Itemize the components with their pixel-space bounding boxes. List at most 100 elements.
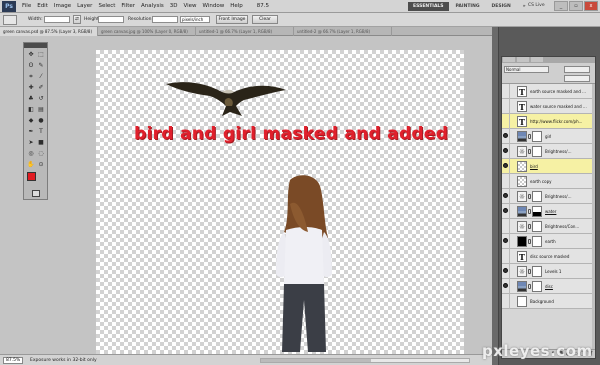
layer-row[interactable]: disc: [502, 279, 595, 294]
layer-row[interactable]: water: [502, 204, 595, 219]
visibility-toggle[interactable]: [502, 84, 510, 99]
visibility-toggle[interactable]: [502, 234, 510, 249]
layer-row[interactable]: Thttp://www.flickr.com/ph...: [502, 114, 595, 129]
gradient-tool-icon[interactable]: ▤: [37, 106, 45, 114]
hand-tool-icon[interactable]: ✋: [27, 161, 35, 169]
dodge-tool-icon[interactable]: ●: [37, 117, 45, 125]
cs-live-button[interactable]: CS Live: [528, 3, 545, 8]
tab-paths[interactable]: [531, 57, 543, 62]
tab-document-1[interactable]: green canvas.psd @ 87.5% (Layer 3, RGB/8…: [0, 27, 98, 36]
quick-mask-button[interactable]: [32, 190, 40, 197]
resolution-unit-select[interactable]: pixels/inch: [180, 16, 210, 23]
history-brush-tool-icon[interactable]: ↺: [37, 95, 45, 103]
front-image-button[interactable]: Front Image: [216, 15, 248, 24]
visibility-toggle[interactable]: [502, 189, 510, 204]
layer-row[interactable]: ☼ Brightness/Con...: [502, 219, 595, 234]
menu-edit[interactable]: Edit: [37, 3, 48, 9]
menu-image[interactable]: Image: [54, 3, 71, 9]
maximize-button[interactable]: ▫: [569, 1, 583, 11]
layer-row[interactable]: Tdisc source masked: [502, 249, 595, 264]
clone-stamp-tool-icon[interactable]: ♣: [27, 95, 35, 103]
collapsed-panels-strip[interactable]: [492, 27, 499, 365]
visibility-toggle[interactable]: [502, 294, 510, 309]
type-tool-icon[interactable]: T: [37, 128, 45, 136]
visibility-toggle[interactable]: [502, 99, 510, 114]
layer-mask-thumbnail[interactable]: [532, 266, 542, 277]
layer-mask-thumbnail[interactable]: [532, 236, 542, 247]
swap-dimensions-button[interactable]: ⇄: [73, 15, 81, 24]
height-field[interactable]: [98, 16, 124, 23]
layer-mask-thumbnail[interactable]: [532, 146, 542, 157]
tab-channels[interactable]: [517, 57, 529, 62]
tab-document-4[interactable]: untitled-2 @ 66.7% (Layer 1, RGB/8): [294, 27, 392, 36]
canvas[interactable]: [96, 50, 464, 354]
workspace-essentials[interactable]: ESSENTIALS: [408, 2, 449, 11]
marquee-tool-icon[interactable]: ⬚: [37, 51, 45, 59]
horizontal-scrollbar[interactable]: [260, 358, 470, 363]
minimize-button[interactable]: _: [554, 1, 568, 11]
3d-rotate-tool-icon[interactable]: ◎: [27, 150, 35, 158]
lasso-tool-icon[interactable]: ʘ: [27, 62, 35, 70]
layer-row[interactable]: earth copy: [502, 174, 595, 189]
layer-row[interactable]: ☼ Levels 1: [502, 264, 595, 279]
layer-mask-thumbnail[interactable]: [532, 221, 542, 232]
visibility-toggle[interactable]: [502, 264, 510, 279]
zoom-field[interactable]: 87.5%: [3, 357, 23, 364]
layer-mask-thumbnail[interactable]: [532, 131, 542, 142]
tool-preset-picker[interactable]: [3, 15, 17, 25]
layer-row[interactable]: Tearth source masked and ...: [502, 84, 595, 99]
workspace-design[interactable]: DESIGN: [487, 2, 516, 11]
width-field[interactable]: [44, 16, 70, 23]
menu-analysis[interactable]: Analysis: [141, 3, 164, 9]
tab-document-2[interactable]: green canvas.jpg @ 100% (Layer 0, RGB/8): [98, 27, 196, 36]
blur-tool-icon[interactable]: ◆: [27, 117, 35, 125]
quick-select-tool-icon[interactable]: ✎: [37, 62, 45, 70]
zoom-tool-icon[interactable]: ⊙: [37, 161, 45, 169]
layers-scrollbar[interactable]: [592, 84, 595, 349]
layer-row[interactable]: girl: [502, 129, 595, 144]
menu-3d[interactable]: 3D: [170, 3, 178, 9]
layer-row[interactable]: bird: [502, 159, 595, 174]
resolution-field[interactable]: [152, 16, 178, 23]
menu-file[interactable]: File: [22, 3, 31, 9]
tools-panel-header[interactable]: [24, 43, 47, 48]
menu-layer[interactable]: Layer: [77, 3, 92, 9]
visibility-toggle[interactable]: [502, 204, 510, 219]
tab-document-3[interactable]: untitled-1 @ 66.7% (Layer 1, RGB/8): [196, 27, 294, 36]
visibility-toggle[interactable]: [502, 159, 510, 174]
crop-tool-icon[interactable]: ⌗: [27, 73, 35, 81]
menu-window[interactable]: Window: [203, 3, 225, 9]
zoom-level-menu[interactable]: 87.5: [257, 3, 269, 9]
clear-button[interactable]: Clear: [252, 15, 278, 24]
scrollbar-thumb[interactable]: [261, 359, 371, 362]
menu-view[interactable]: View: [183, 3, 196, 9]
visibility-toggle[interactable]: [502, 144, 510, 159]
eyedropper-tool-icon[interactable]: ⁄: [37, 73, 45, 81]
tab-layers[interactable]: [503, 57, 515, 62]
shape-tool-icon[interactable]: ■: [37, 139, 45, 147]
move-tool-icon[interactable]: ✥: [27, 51, 35, 59]
layer-row[interactable]: ☼ Brightness/...: [502, 189, 595, 204]
path-select-tool-icon[interactable]: ➤: [27, 139, 35, 147]
healing-tool-icon[interactable]: ✚: [27, 84, 35, 92]
visibility-toggle[interactable]: [502, 174, 510, 189]
3d-orbit-tool-icon[interactable]: ◌: [37, 150, 45, 158]
workspace-painting[interactable]: PAINTING: [451, 2, 485, 11]
visibility-toggle[interactable]: [502, 279, 510, 294]
close-button[interactable]: x: [584, 1, 598, 11]
visibility-toggle[interactable]: [502, 219, 510, 234]
foreground-color-swatch[interactable]: [27, 172, 36, 181]
layer-mask-thumbnail[interactable]: [532, 206, 542, 217]
brush-tool-icon[interactable]: ✐: [37, 84, 45, 92]
menu-filter[interactable]: Filter: [121, 3, 135, 9]
menu-help[interactable]: Help: [230, 3, 243, 9]
layer-mask-thumbnail[interactable]: [532, 191, 542, 202]
opacity-field[interactable]: [564, 66, 590, 73]
layer-row[interactable]: earth: [502, 234, 595, 249]
menu-select[interactable]: Select: [98, 3, 115, 9]
eraser-tool-icon[interactable]: ◧: [27, 106, 35, 114]
layer-row[interactable]: Background: [502, 294, 595, 309]
pen-tool-icon[interactable]: ✒: [27, 128, 35, 136]
visibility-toggle[interactable]: [502, 114, 510, 129]
blend-mode-select[interactable]: Normal: [504, 66, 549, 73]
